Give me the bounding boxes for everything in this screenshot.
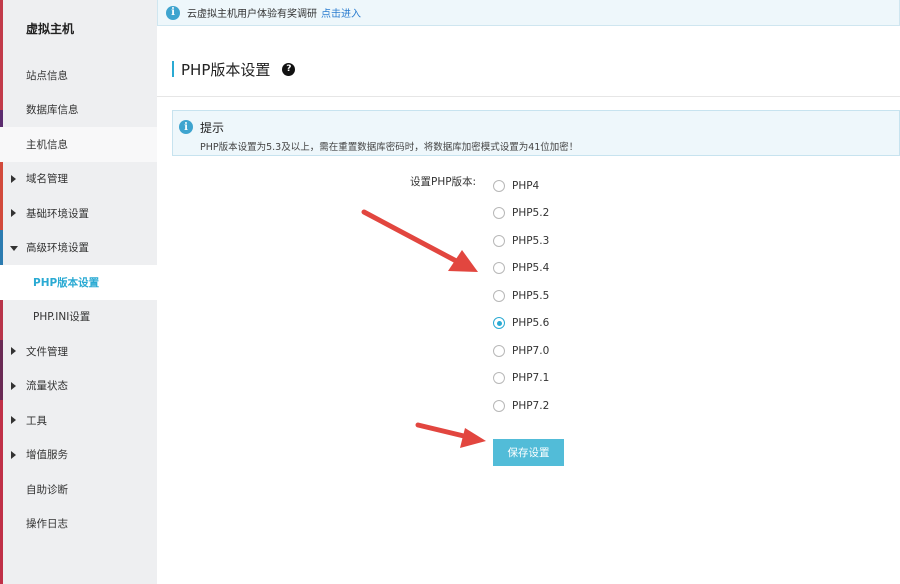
- radio-label: PHP4: [512, 179, 540, 192]
- sidebar-item-label: 主机信息: [26, 138, 68, 151]
- sidebar-item-file-management[interactable]: 文件管理: [0, 334, 157, 369]
- sidebar: 虚拟主机 站点信息数据库信息主机信息域名管理基础环境设置 高级环境设置 PHP版本设…: [0, 0, 157, 584]
- info-icon: i: [166, 5, 180, 20]
- header-divider: [157, 96, 900, 97]
- sidebar-item-label: 流量状态: [26, 380, 68, 393]
- php-version-label: 设置PHP版本:: [410, 176, 477, 188]
- notice-text: 云虚拟主机用户体验有奖调研: [187, 9, 317, 20]
- caret-right-icon: [11, 209, 16, 218]
- sidebar-item-label: 操作日志: [26, 518, 68, 531]
- app-root: 虚拟主机 站点信息数据库信息主机信息域名管理基础环境设置 高级环境设置 PHP版本设…: [0, 0, 900, 584]
- sidebar-item-host-info[interactable]: 主机信息: [0, 127, 157, 162]
- sidebar-item-advanced-env-settings[interactable]: 高级环境设置: [0, 231, 157, 266]
- sidebar-item-database-info[interactable]: 数据库信息: [0, 93, 157, 128]
- radio-button[interactable]: [493, 372, 505, 385]
- tip-title: 提示: [200, 121, 225, 135]
- save-settings-button[interactable]: 保存设置: [493, 439, 564, 466]
- heading-accent-bar: [172, 61, 174, 77]
- radio-button[interactable]: [493, 289, 505, 302]
- php-version-option[interactable]: PHP5.3: [493, 227, 549, 255]
- sidebar-item-label: 站点信息: [26, 69, 68, 82]
- tip-box: i 提示 PHP版本设置为5.3及以上，需在重置数据库密码时，将数据库加密模式设…: [172, 110, 900, 156]
- caret-right-icon: [11, 416, 16, 425]
- sidebar-item-php-ini-settings[interactable]: PHP.INI设置: [0, 300, 157, 335]
- tip-body: PHP版本设置为5.3及以上，需在重置数据库密码时，将数据库加密模式设置为41位…: [200, 142, 579, 153]
- php-version-option[interactable]: PHP7.1: [493, 365, 549, 393]
- sidebar-item-label: 数据库信息: [26, 104, 79, 117]
- radio-label: PHP5.5: [512, 289, 550, 302]
- sidebar-item-value-added-services[interactable]: 增值服务: [0, 438, 157, 473]
- radio-button[interactable]: [493, 317, 505, 330]
- radio-label: PHP7.2: [512, 399, 550, 412]
- sidebar-item-label: 域名管理: [26, 173, 68, 186]
- sidebar-item-self-diagnosis[interactable]: 自助诊断: [0, 472, 157, 507]
- radio-label: PHP5.2: [512, 207, 550, 220]
- sidebar-title: 虚拟主机: [26, 22, 75, 36]
- caret-right-icon: [11, 174, 16, 183]
- caret-right-icon: [11, 450, 16, 459]
- sidebar-item-label: 自助诊断: [26, 483, 68, 496]
- php-version-option[interactable]: PHP7.2: [493, 392, 549, 420]
- sidebar-item-site-info[interactable]: 站点信息: [0, 58, 157, 93]
- page-header: PHP版本设置 ?: [172, 58, 296, 80]
- sidebar-item-domain-management[interactable]: 域名管理: [0, 162, 157, 197]
- radio-button[interactable]: [493, 179, 505, 192]
- radio-button[interactable]: [493, 399, 505, 412]
- sidebar-item-tools[interactable]: 工具: [0, 403, 157, 438]
- sidebar-item-php-version-settings[interactable]: PHP版本设置: [0, 265, 157, 300]
- radio-label: PHP5.6: [512, 317, 550, 330]
- arrow-to-radio-group: [361, 209, 478, 272]
- radio-label: PHP7.0: [512, 344, 550, 357]
- caret-right-icon: [11, 381, 16, 390]
- php-version-option[interactable]: PHP5.5: [493, 282, 549, 310]
- radio-button[interactable]: [493, 234, 505, 247]
- php-version-option[interactable]: PHP7.0: [493, 337, 549, 365]
- page-title: PHP版本设置: [181, 60, 271, 79]
- php-version-option[interactable]: PHP5.6: [493, 310, 549, 338]
- radio-label: PHP5.4: [512, 262, 550, 275]
- sidebar-item-operation-log[interactable]: 操作日志: [0, 507, 157, 542]
- sidebar-nav: 站点信息数据库信息主机信息域名管理基础环境设置 高级环境设置 PHP版本设置 PHP.…: [0, 58, 157, 541]
- sidebar-item-label: PHP版本设置: [33, 276, 100, 289]
- radio-label: PHP5.3: [512, 234, 550, 247]
- sidebar-item-label: 高级环境设置: [26, 242, 89, 255]
- caret-right-icon: [11, 347, 16, 356]
- sidebar-item-label: 文件管理: [26, 345, 68, 358]
- sidebar-item-traffic-status[interactable]: 流量状态: [0, 369, 157, 404]
- question-circle-icon[interactable]: ?: [282, 62, 296, 76]
- radio-button[interactable]: [493, 262, 505, 275]
- php-version-option[interactable]: PHP4: [493, 172, 549, 200]
- php-version-option[interactable]: PHP5.4: [493, 255, 549, 283]
- php-version-option[interactable]: PHP5.2: [493, 200, 549, 228]
- radio-label: PHP7.1: [512, 372, 550, 385]
- caret-down-icon: [10, 245, 18, 251]
- top-notice-bar: i 云虚拟主机用户体验有奖调研 点击进入: [157, 0, 900, 26]
- sidebar-item-label: 工具: [26, 414, 47, 427]
- sidebar-item-basic-env-settings[interactable]: 基础环境设置: [0, 196, 157, 231]
- radio-button[interactable]: [493, 344, 505, 357]
- sidebar-item-label: 基础环境设置: [26, 207, 89, 220]
- sidebar-item-label: PHP.INI设置: [33, 311, 91, 324]
- notice-link[interactable]: 点击进入: [321, 5, 361, 20]
- php-version-radio-group: PHP4 PHP5.2 PHP5.3 PHP5.4 PHP5.5 PHP5.6 PHP7.0…: [493, 172, 549, 420]
- radio-button[interactable]: [493, 207, 505, 220]
- arrow-to-save-button: [415, 422, 486, 448]
- sidebar-item-label: 增值服务: [26, 449, 68, 462]
- tip-info-icon: i: [179, 120, 193, 134]
